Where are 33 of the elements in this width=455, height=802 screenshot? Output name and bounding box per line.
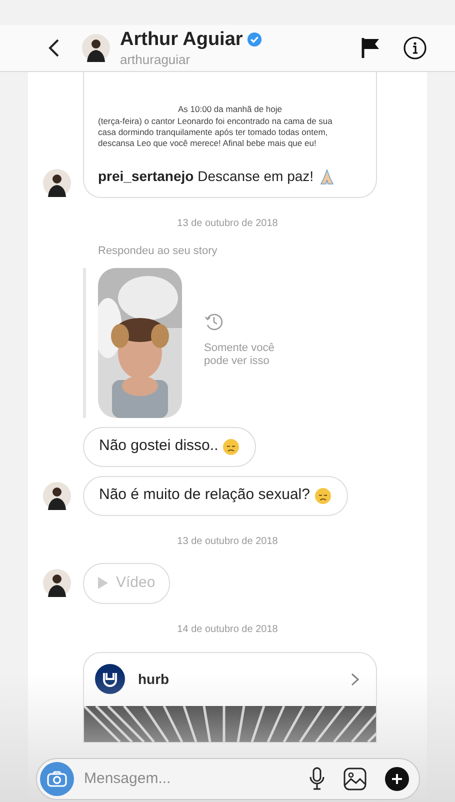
date-separator: 13 de outubro de 2018: [176, 217, 279, 231]
history-icon: [204, 312, 224, 332]
message-text: Não é muito de relação sexual?: [99, 485, 310, 506]
contact-username: arthuraguiar: [120, 52, 192, 68]
camera-button[interactable]: [40, 762, 74, 796]
contact-name: Arthur Aguiar: [120, 28, 243, 52]
gallery-icon[interactable]: [343, 767, 367, 791]
emoji-face-icon: [314, 486, 332, 504]
back-icon: [48, 38, 60, 58]
chevron-right-icon: [351, 672, 359, 686]
brand-logo-icon: [95, 664, 125, 694]
emoji-face-icon: [222, 438, 240, 456]
camera-icon: [47, 771, 67, 787]
link-card[interactable]: hurb: [83, 652, 377, 742]
message-field[interactable]: Mensagem...: [84, 768, 299, 790]
date-separator: 14 de outubro de 2018: [176, 622, 279, 636]
microphone-icon[interactable]: [309, 767, 325, 791]
avatar-icon: [82, 34, 110, 62]
date-separator: 13 de outubro de 2018: [176, 534, 279, 548]
plus-icon: [391, 773, 403, 785]
shared-post-card[interactable]: [83, 72, 377, 198]
flag-icon[interactable]: [361, 37, 381, 59]
post-body: (terça-feira) o cantor Leonardo foi encontrado na cama de sua casa dormindo tranquilamente após ter tomado todas ontem, descansa Leo que você merece! Afinal bebe mais que eu!: [98, 116, 334, 149]
message-text: Não gostei disso..: [99, 436, 218, 456]
link-title: hurb: [138, 670, 170, 688]
post-caption: prei_sertanejo Descanse em paz!: [98, 167, 314, 186]
play-icon: [98, 577, 108, 589]
post-heading: As 10:00 da manhã de hoje: [177, 104, 283, 115]
message-composer[interactable]: Mensagem...: [36, 758, 420, 800]
info-icon[interactable]: [403, 36, 427, 60]
story-reply-label: Respondeu ao seu story: [98, 244, 218, 259]
visibility-note: Somente você pode ver isso: [204, 342, 276, 368]
add-button[interactable]: [385, 767, 409, 791]
